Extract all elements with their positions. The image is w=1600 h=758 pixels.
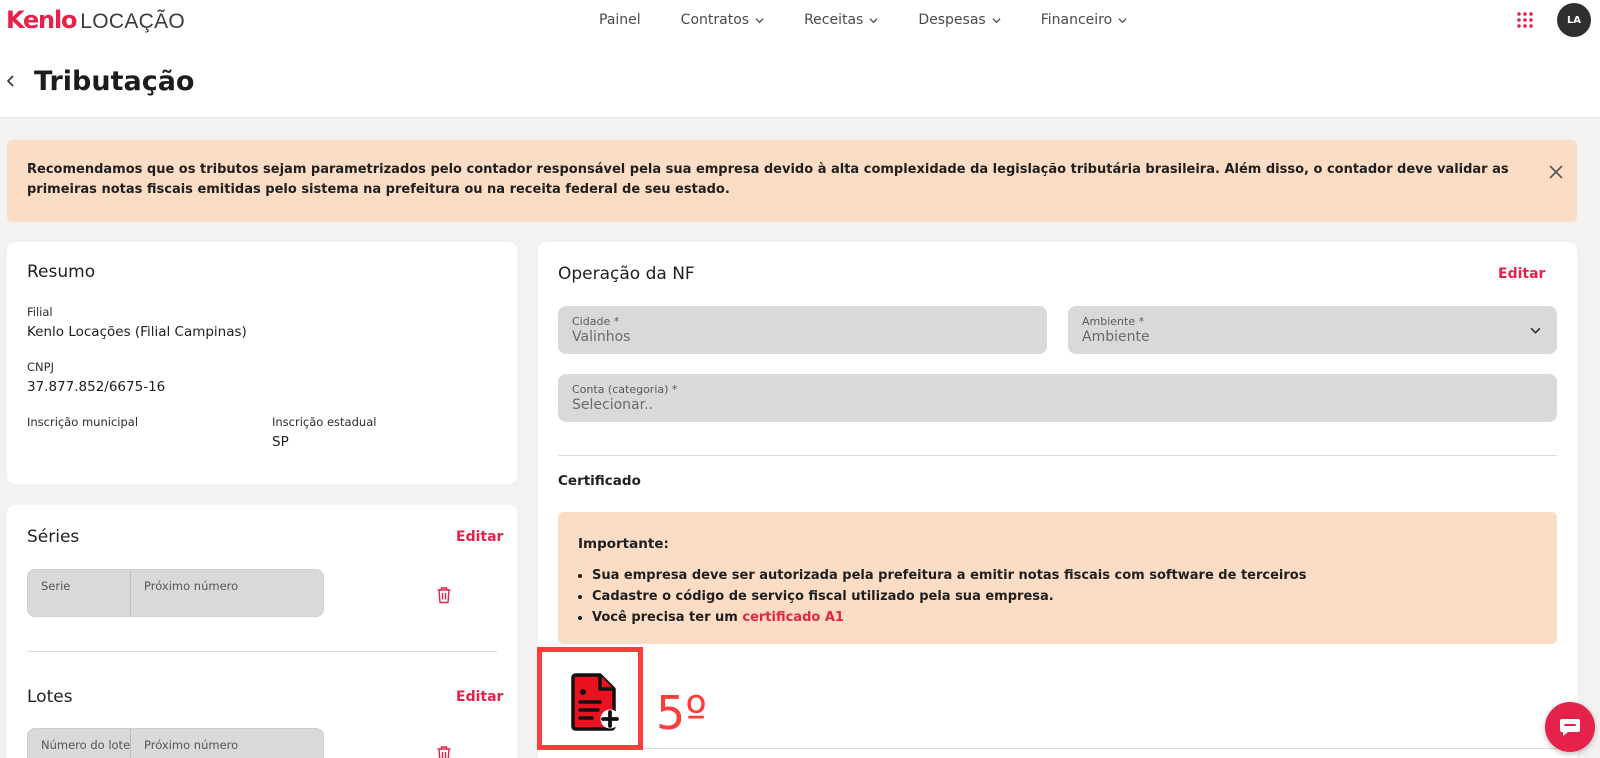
nav-item-financeiro[interactable]: Financeiro <box>1041 12 1127 28</box>
important-item: Cadastre o código de serviço fiscal util… <box>592 586 1306 607</box>
nav-item-label: Despesas <box>918 12 986 28</box>
lotes-header-numero: Número do lote <box>41 738 131 752</box>
cidade-label: Cidade * <box>572 315 620 328</box>
resumo-card: Resumo Filial Kenlo Locações (Filial Cam… <box>7 242 517 484</box>
nav-item-label: Financeiro <box>1040 12 1113 28</box>
chevron-down-icon <box>755 17 764 23</box>
top-navbar: Kenlo LOCAÇÃO Painel Contratos Receitas … <box>0 0 1600 40</box>
close-icon[interactable] <box>1548 164 1564 180</box>
cnpj-label: CNPJ <box>27 360 54 374</box>
series-title: Séries <box>27 527 80 547</box>
cnpj-value: 37.877.852/6675-16 <box>27 379 166 395</box>
important-notice: Importante: Sua empresa deve ser autoriz… <box>558 512 1557 644</box>
inscricao-municipal-label: Inscrição municipal <box>27 415 139 429</box>
nav-item-receitas[interactable]: Receitas <box>804 12 878 28</box>
recommendation-alert: Recomendamos que os tributos sejam param… <box>7 140 1577 222</box>
nav-item-contratos[interactable]: Contratos <box>681 12 764 28</box>
series-header-serie: Serie <box>41 579 71 593</box>
lotes-header-proximo: Próximo número <box>144 738 239 752</box>
series-table: Serie Próximo número <box>27 569 324 617</box>
inscricao-estadual-label: Inscrição estadual <box>272 415 377 429</box>
nav-item-label: Receitas <box>804 12 864 28</box>
important-item-text: Você precisa ter um <box>592 610 743 625</box>
filial-label: Filial <box>27 305 53 319</box>
step-annotation-label: 5º <box>656 686 707 740</box>
logo-brand-text: Kenlo <box>6 6 77 34</box>
section-divider <box>643 748 1557 749</box>
section-divider <box>27 651 497 652</box>
certificado-label: Certificado <box>558 473 641 489</box>
certificado-a1-link[interactable]: certificado A1 <box>742 610 844 625</box>
conta-label: Conta (categoria) * <box>572 383 678 396</box>
important-item: Você precisa ter um certificado A1 <box>592 607 1306 628</box>
cidade-value: Valinhos <box>572 329 631 345</box>
certificate-upload-highlight[interactable] <box>537 647 643 750</box>
filial-value: Kenlo Locações (Filial Campinas) <box>27 324 247 340</box>
nav-item-despesas[interactable]: Despesas <box>918 12 1001 28</box>
lotes-edit-link[interactable]: Editar <box>456 689 503 705</box>
important-title: Importante: <box>578 536 669 552</box>
inscricao-estadual-value: SP <box>272 434 289 450</box>
important-item: Sua empresa deve ser autorizada pela pre… <box>592 565 1306 586</box>
chevron-down-icon <box>1118 17 1127 23</box>
chevron-down-icon <box>992 17 1001 23</box>
operacao-title: Operação da NF <box>558 264 695 284</box>
resumo-title: Resumo <box>27 262 96 282</box>
logo-product-text: LOCAÇÃO <box>80 10 186 33</box>
lotes-table: Número do lote Próximo número <box>27 728 324 758</box>
operacao-nf-card: Operação da NF Editar Cidade * Valinhos … <box>538 242 1577 758</box>
ambiente-label: Ambiente * <box>1082 315 1145 328</box>
conta-placeholder: Selecionar.. <box>572 397 653 413</box>
page-title: Tributação <box>34 66 195 97</box>
alert-text: Recomendamos que os tributos sejam param… <box>27 162 1509 197</box>
nav-item-painel[interactable]: Painel <box>599 12 641 28</box>
series-edit-link[interactable]: Editar <box>456 529 503 545</box>
trash-icon[interactable] <box>436 586 452 604</box>
cidade-field[interactable]: Cidade * Valinhos <box>558 306 1047 354</box>
nav-item-label: Painel <box>599 12 641 28</box>
apps-grid-icon[interactable] <box>1516 11 1534 29</box>
ambiente-select[interactable]: Ambiente * Ambiente <box>1068 306 1557 354</box>
conta-select[interactable]: Conta (categoria) * Selecionar.. <box>558 374 1557 422</box>
lotes-title: Lotes <box>27 687 73 707</box>
nav-item-label: Contratos <box>680 12 750 28</box>
trash-icon[interactable] <box>436 745 452 758</box>
chevron-down-icon <box>1530 327 1541 334</box>
series-header-proximo: Próximo número <box>144 579 239 593</box>
operacao-edit-link[interactable]: Editar <box>1498 266 1545 282</box>
add-document-icon <box>571 673 620 731</box>
main-nav: Painel Contratos Receitas Despesas Finan… <box>599 0 1167 40</box>
important-list: Sua empresa deve ser autorizada pela pre… <box>592 565 1306 628</box>
series-lotes-card: Séries Editar Serie Próximo número Lotes… <box>7 505 517 758</box>
kenlo-logo[interactable]: Kenlo LOCAÇÃO <box>6 6 185 34</box>
chat-support-button[interactable] <box>1545 702 1595 752</box>
chevron-down-icon <box>869 17 878 23</box>
page-header: Tributação <box>0 40 1600 118</box>
back-chevron-icon[interactable] <box>4 74 18 88</box>
chat-icon <box>1560 719 1580 736</box>
section-divider <box>558 455 1557 456</box>
ambiente-placeholder: Ambiente <box>1082 329 1150 345</box>
series-col-serie <box>28 570 131 616</box>
user-avatar[interactable]: LA <box>1557 3 1591 37</box>
